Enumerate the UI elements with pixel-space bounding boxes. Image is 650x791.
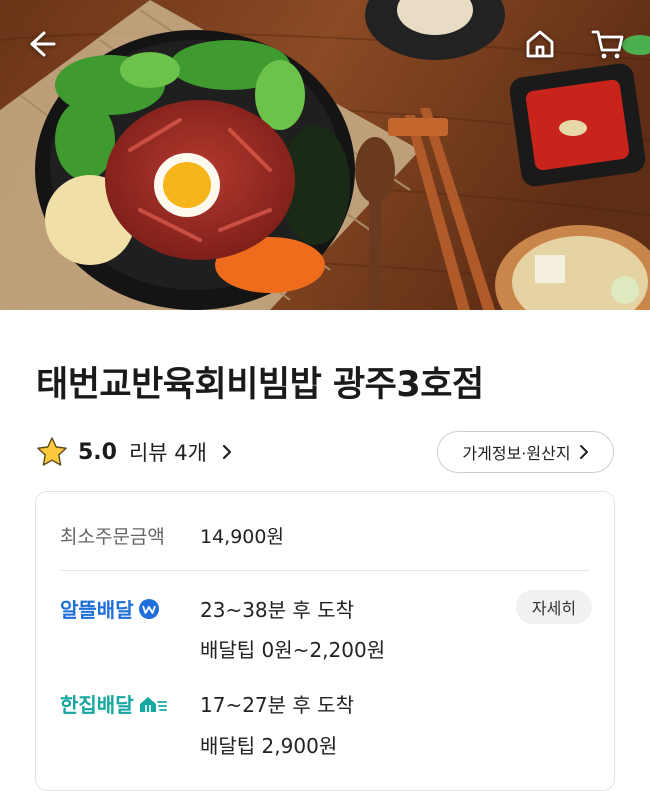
reviews-link[interactable]: 리뷰 4개 bbox=[129, 437, 233, 467]
min-order-label: 최소주문금액 bbox=[60, 526, 165, 548]
store-name: 태번교반육회비빔밥 광주3호점 bbox=[36, 365, 484, 405]
altteul-coin-icon bbox=[138, 598, 159, 619]
arrow-left-icon bbox=[30, 31, 56, 57]
min-order-row: 최소주문금액 14,900원 bbox=[60, 522, 284, 549]
hanjip-delivery-option[interactable]: 한집배달 bbox=[60, 689, 168, 718]
altteul-delivery-option[interactable]: 알뜰배달 bbox=[60, 594, 160, 623]
chevron-right-icon bbox=[222, 444, 232, 460]
hanjip-delivery-label: 한집배달 bbox=[60, 693, 134, 717]
delivery-info-card: 최소주문금액 14,900원 알뜰배달 23~38분 후 도착 배달팁 0원~2… bbox=[35, 491, 615, 791]
cart-icon bbox=[591, 30, 624, 59]
home-icon bbox=[526, 30, 554, 58]
back-button[interactable] bbox=[20, 22, 64, 66]
cart-button[interactable] bbox=[586, 22, 630, 66]
divider bbox=[60, 570, 590, 571]
altteul-delivery-label: 알뜰배달 bbox=[60, 598, 134, 622]
store-info-button[interactable]: 가게정보·원산지 bbox=[437, 431, 614, 473]
hanjip-house-icon bbox=[139, 696, 167, 712]
store-hero-image bbox=[0, 0, 650, 310]
altteul-delivery-name: 알뜰배달 bbox=[60, 594, 160, 623]
hanjip-delivery-name: 한집배달 bbox=[60, 689, 168, 718]
store-info-label: 가게정보·원산지 bbox=[462, 444, 571, 463]
rating-value: 5.0 bbox=[78, 439, 117, 465]
altteul-delivery-tip: 배달팁 0원~2,200원 bbox=[200, 638, 386, 662]
rating-row: 5.0 리뷰 4개 bbox=[36, 432, 233, 472]
delivery-detail-button[interactable]: 자세히 bbox=[516, 590, 592, 624]
min-order-value: 14,900원 bbox=[200, 526, 284, 548]
chevron-right-icon bbox=[579, 445, 588, 459]
hanjip-delivery-tip: 배달팁 2,900원 bbox=[200, 734, 338, 758]
hanjip-delivery-time: 17~27분 후 도착 bbox=[200, 693, 354, 717]
home-button[interactable] bbox=[518, 22, 562, 66]
reviews-label: 리뷰 4개 bbox=[128, 441, 207, 465]
altteul-delivery-time: 23~38분 후 도착 bbox=[200, 598, 354, 622]
star-icon bbox=[37, 437, 67, 466]
